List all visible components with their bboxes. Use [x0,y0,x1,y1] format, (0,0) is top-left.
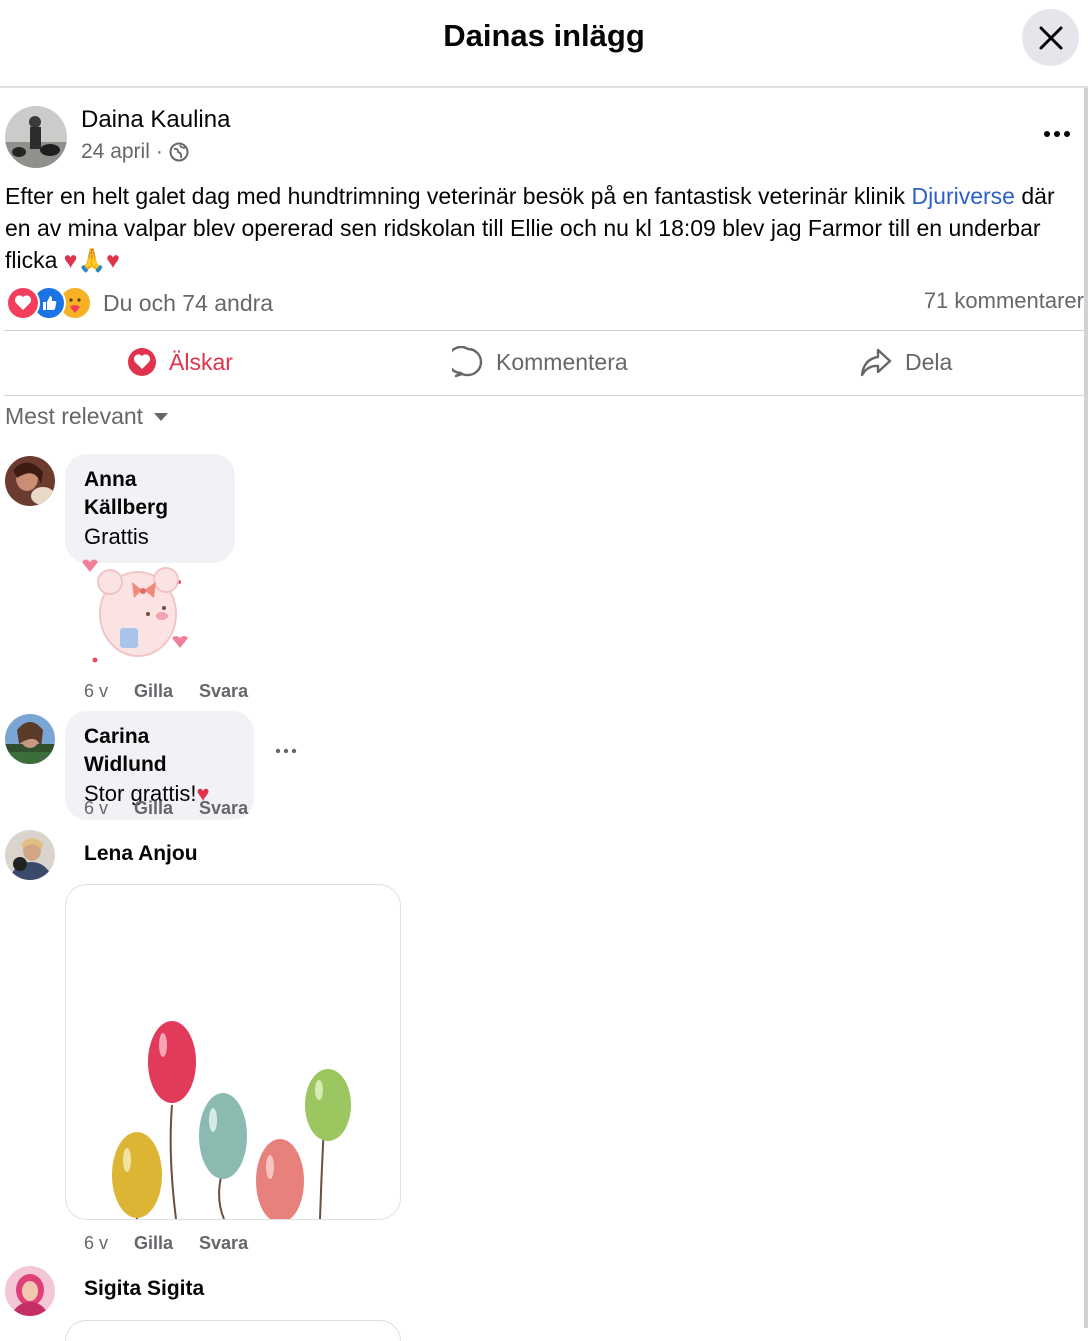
reply-link[interactable]: Svara [199,798,248,819]
dialog-title: Dainas inlägg [443,18,645,53]
comment-more-icon[interactable] [273,742,299,760]
commenter-name[interactable]: Carina Widlund [84,723,235,779]
close-button[interactable] [1022,9,1079,66]
love-reaction-icon [128,348,156,376]
commenter-avatar-carina[interactable] [5,714,55,764]
share-label: Dela [905,348,953,375]
sticker-image [72,552,192,670]
post-emojis: ♥🙏♥ [63,247,120,273]
comments-count[interactable]: 71 kommentarer [924,288,1084,314]
caret-down-icon [154,412,169,421]
author-name[interactable]: Daina Kaulina [81,106,230,134]
commenter-name[interactable]: Lena Anjou [84,842,198,866]
comment-button[interactable]: Kommentera [452,340,628,384]
reply-link[interactable]: Svara [199,681,248,702]
comment-time[interactable]: 6 v [84,1233,108,1254]
dialog-header: Dainas inlägg [0,0,1088,88]
commenter-name[interactable]: Sigita Sigita [84,1277,204,1301]
post-text: Efter en helt galet dag med hundtrimning… [5,180,1080,276]
reaction-icons[interactable] [6,286,92,320]
love-button[interactable]: Älskar [127,340,233,384]
partial-attachment [65,1320,401,1341]
globe-icon[interactable] [169,142,189,162]
comment-meta: 6 v Gilla Svara [84,681,248,702]
comment-time[interactable]: 6 v [84,798,108,819]
love-icon [6,286,40,320]
comment-bubble: Anna Källberg Grattis [65,454,235,563]
like-link[interactable]: Gilla [134,681,173,702]
comment-text: Grattis [84,524,149,549]
divider-top [4,330,1084,331]
divider-bottom [4,395,1084,396]
like-link[interactable]: Gilla [134,1233,173,1254]
comment-label: Kommentera [496,348,628,375]
like-link[interactable]: Gilla [134,798,173,819]
comment-icon [452,346,483,378]
post-text-part1: Efter en helt galet dag med hundtrimning… [5,183,912,209]
comment-time[interactable]: 6 v [84,681,108,702]
reactions-summary[interactable]: Du och 74 andra [103,290,273,317]
meta-separator: · [155,140,163,163]
comment-sort-dropdown[interactable]: Mest relevant [5,403,169,430]
comment-meta: 6 v Gilla Svara [84,1233,248,1254]
commenter-avatar-anna[interactable] [5,456,55,506]
commenter-avatar-lena[interactable] [5,830,55,880]
comment-meta: 6 v Gilla Svara [84,798,248,819]
commenter-avatar-sigita[interactable] [5,1266,55,1316]
sort-label: Mest relevant [5,403,144,429]
reply-link[interactable]: Svara [199,1233,248,1254]
more-options-icon[interactable] [1040,122,1074,146]
djuriverse-link[interactable]: Djuriverse [911,183,1015,209]
post-date[interactable]: 24 april [81,140,150,164]
commenter-name[interactable]: Anna Källberg [84,466,216,522]
close-icon [1039,26,1062,49]
scrollbar[interactable] [1084,88,1088,1328]
share-icon [860,348,892,377]
love-label: Älskar [169,348,233,375]
post-meta: 24 april · [81,140,189,164]
author-avatar[interactable] [5,106,67,168]
share-button[interactable]: Dela [859,340,952,384]
balloons-gif[interactable] [65,884,401,1220]
